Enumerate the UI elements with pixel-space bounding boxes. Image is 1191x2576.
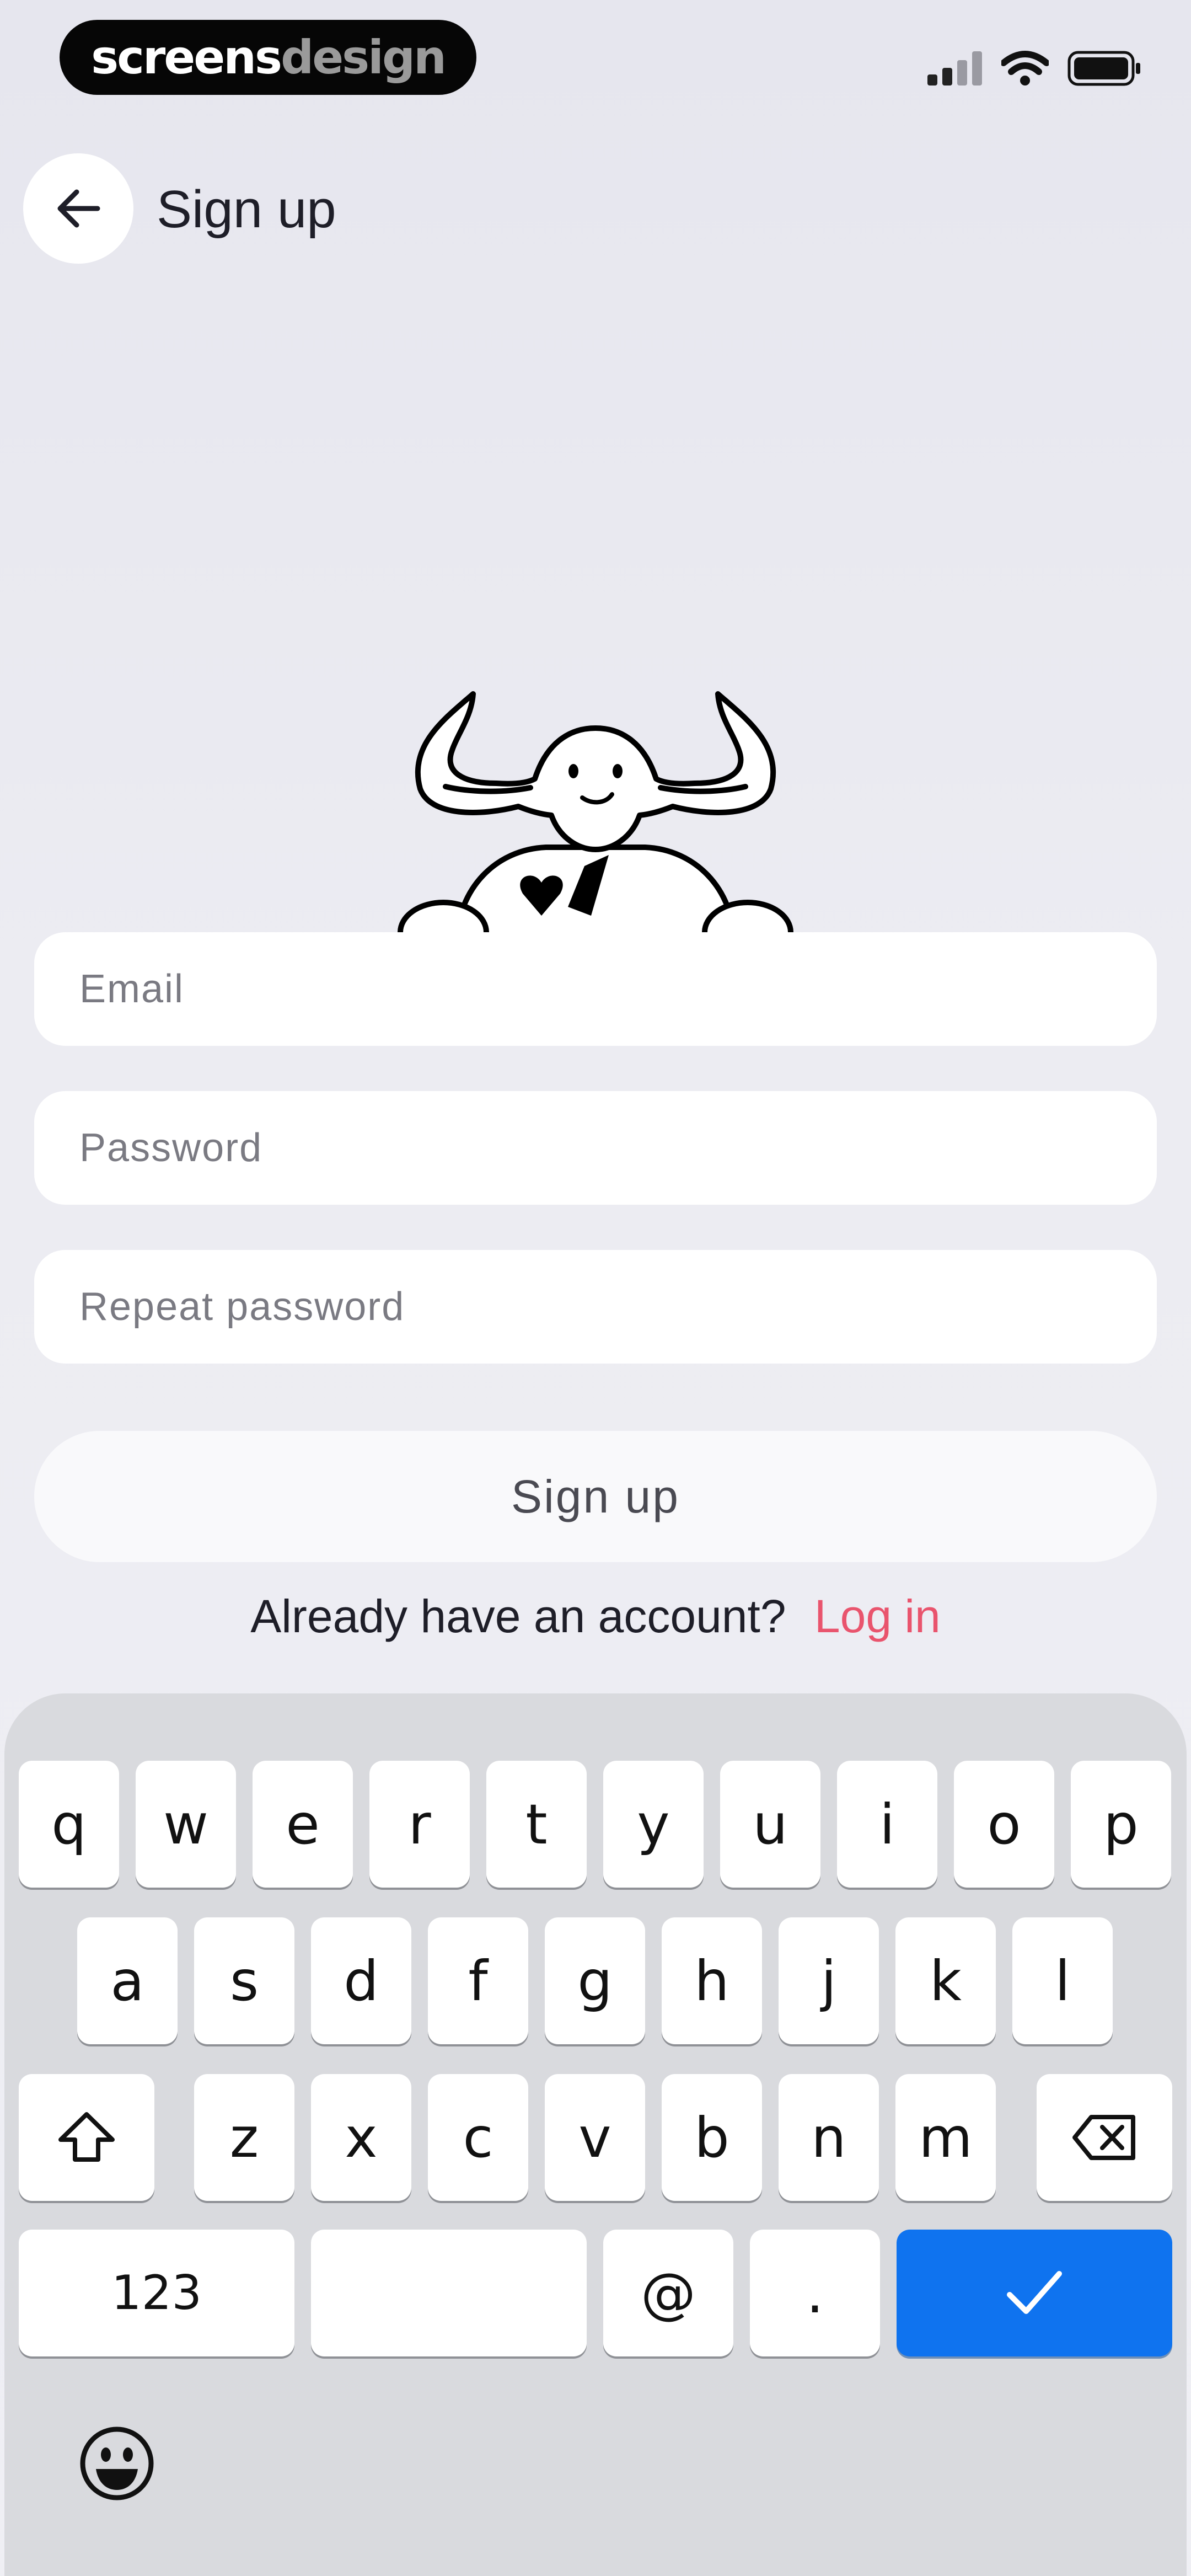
- brand-logo-part2: design: [281, 30, 447, 84]
- back-button[interactable]: [23, 153, 133, 264]
- key-o[interactable]: o: [954, 1761, 1054, 1888]
- key-k[interactable]: k: [895, 1917, 996, 2044]
- key-d[interactable]: d: [311, 1917, 411, 2044]
- key-e[interactable]: e: [253, 1761, 353, 1888]
- key-p[interactable]: p: [1071, 1761, 1171, 1888]
- key-u[interactable]: u: [720, 1761, 820, 1888]
- shift-key[interactable]: [19, 2074, 154, 2201]
- dot-key[interactable]: .: [750, 2230, 880, 2356]
- password-input[interactable]: [34, 1091, 1157, 1205]
- space-key[interactable]: [311, 2230, 587, 2356]
- brand-logo: screens design: [60, 20, 476, 95]
- key-h[interactable]: h: [662, 1917, 762, 2044]
- status-icons: [927, 46, 1141, 90]
- key-w[interactable]: w: [136, 1761, 236, 1888]
- checkmark-icon: [1007, 2271, 1062, 2314]
- bull-mascot-illustration: [398, 691, 793, 965]
- at-key[interactable]: @: [603, 2230, 733, 2356]
- key-t[interactable]: t: [486, 1761, 587, 1888]
- email-input[interactable]: [34, 932, 1157, 1046]
- key-g[interactable]: g: [545, 1917, 645, 2044]
- done-key[interactable]: [897, 2230, 1172, 2356]
- key-y[interactable]: y: [603, 1761, 704, 1888]
- key-z[interactable]: z: [194, 2074, 294, 2201]
- key-j[interactable]: j: [779, 1917, 879, 2044]
- key-x[interactable]: x: [311, 2074, 411, 2201]
- key-i[interactable]: i: [837, 1761, 937, 1888]
- repeat-password-input[interactable]: [34, 1250, 1157, 1364]
- sign-up-button[interactable]: Sign up: [34, 1431, 1157, 1562]
- battery-icon: [1067, 51, 1140, 86]
- key-b[interactable]: b: [662, 2074, 762, 2201]
- numbers-key[interactable]: 123: [19, 2230, 294, 2356]
- wifi-icon: [1001, 51, 1049, 85]
- brand-logo-part1: screens: [91, 30, 282, 84]
- arrow-left-icon: [57, 189, 100, 228]
- backspace-icon: [1072, 2115, 1135, 2160]
- signal-icon: [927, 51, 982, 85]
- key-q[interactable]: q: [19, 1761, 119, 1888]
- key-c[interactable]: c: [428, 2074, 528, 2201]
- key-l[interactable]: l: [1012, 1917, 1113, 2044]
- shift-icon: [58, 2112, 115, 2162]
- log-in-link[interactable]: Log in: [814, 1590, 941, 1642]
- key-r[interactable]: r: [369, 1761, 470, 1888]
- key-s[interactable]: s: [194, 1917, 294, 2044]
- key-a[interactable]: a: [77, 1917, 178, 2044]
- emoji-icon[interactable]: [78, 2425, 155, 2502]
- key-f[interactable]: f: [428, 1917, 528, 2044]
- key-v[interactable]: v: [545, 2074, 645, 2201]
- key-n[interactable]: n: [779, 2074, 879, 2201]
- backspace-key[interactable]: [1037, 2074, 1172, 2201]
- key-m[interactable]: m: [895, 2074, 996, 2201]
- page-title: Sign up: [157, 180, 336, 239]
- login-prompt-text: Already have an account?: [250, 1590, 786, 1642]
- login-prompt-row: Already have an account? Log in: [0, 1583, 1191, 1649]
